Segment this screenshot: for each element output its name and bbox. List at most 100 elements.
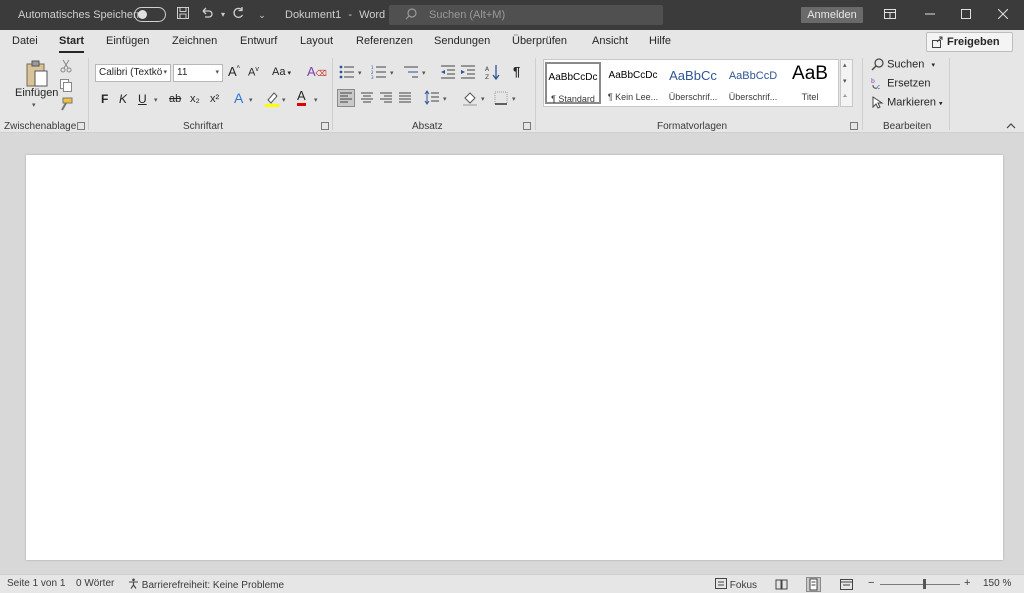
shading-dropdown-icon[interactable]: ▾	[481, 95, 485, 103]
gallery-up-icon[interactable]: ▴	[843, 61, 847, 69]
align-left-icon[interactable]	[337, 89, 355, 107]
underline-dropdown-icon[interactable]: ▾	[154, 96, 158, 104]
tab-insert[interactable]: Einfügen	[106, 35, 149, 47]
borders-dropdown-icon[interactable]: ▾	[512, 95, 516, 103]
read-mode-icon[interactable]	[775, 579, 788, 590]
tab-view[interactable]: Ansicht	[592, 35, 628, 47]
styles-gallery-scroll[interactable]: ▴ ▾ ⩡	[840, 59, 853, 107]
autosave-toggle[interactable]	[134, 7, 166, 22]
page-count[interactable]: Seite 1 von 1	[7, 578, 65, 589]
font-color-dropdown-icon[interactable]: ▾	[314, 96, 318, 104]
line-spacing-icon[interactable]	[424, 90, 440, 106]
tab-help[interactable]: Hilfe	[649, 35, 671, 47]
tab-mailings[interactable]: Sendungen	[434, 35, 490, 47]
font-launcher-icon[interactable]	[321, 122, 329, 130]
ribbon-tab-bar: Datei Start Einfügen Zeichnen Entwurf La…	[0, 30, 1024, 54]
style-heading-1[interactable]: AaBbCc Überschrif...	[665, 62, 721, 104]
search-box[interactable]: Suchen (Alt+M)	[389, 5, 663, 25]
clear-formatting-icon[interactable]: A⌫	[307, 64, 327, 79]
ribbon-display-options-icon[interactable]	[876, 5, 904, 25]
numbering-dropdown-icon[interactable]: ▾	[390, 69, 394, 77]
tab-design[interactable]: Entwurf	[240, 35, 277, 47]
zoom-slider-thumb[interactable]	[923, 579, 926, 589]
maximize-icon[interactable]	[952, 5, 980, 25]
numbering-icon[interactable]: 123	[371, 65, 387, 80]
replace-button[interactable]: bc Ersetzen	[871, 77, 930, 91]
grow-font-icon[interactable]: A^	[228, 64, 240, 79]
focus-button[interactable]: Fokus	[715, 578, 757, 591]
share-button[interactable]: Freigeben	[926, 32, 1013, 52]
shrink-font-icon[interactable]: Av	[248, 66, 259, 79]
text-effects-button[interactable]: A	[234, 90, 243, 106]
bullets-dropdown-icon[interactable]: ▾	[358, 69, 362, 77]
tab-home[interactable]: Start	[59, 35, 85, 53]
zoom-in-button[interactable]: +	[964, 577, 970, 589]
style-no-spacing[interactable]: AaBbCcDc ¶ Kein Lee...	[605, 62, 661, 104]
tab-references[interactable]: Referenzen	[356, 35, 413, 47]
web-layout-icon[interactable]	[840, 579, 853, 590]
font-size-box[interactable]: 11 ▾	[173, 64, 223, 82]
italic-button[interactable]: K	[119, 92, 127, 106]
save-icon[interactable]	[174, 6, 192, 24]
zoom-level[interactable]: 150 %	[983, 578, 1011, 589]
borders-icon[interactable]	[493, 90, 509, 106]
redo-icon[interactable]	[229, 6, 247, 24]
paragraph-group-label: Absatz	[412, 121, 443, 132]
text-effects-dropdown-icon[interactable]: ▾	[249, 96, 253, 104]
format-painter-icon[interactable]	[59, 97, 73, 111]
bold-button[interactable]: F	[101, 92, 108, 106]
pilcrow-icon[interactable]: ¶	[513, 64, 520, 79]
increase-indent-icon[interactable]	[460, 65, 476, 79]
word-count[interactable]: 0 Wörter	[76, 578, 114, 589]
paragraph-launcher-icon[interactable]	[523, 122, 531, 130]
clipboard-launcher-icon[interactable]	[77, 122, 85, 130]
tab-file[interactable]: Datei	[12, 35, 38, 47]
decrease-indent-icon[interactable]	[440, 65, 456, 79]
find-button[interactable]: Suchen ▾	[871, 58, 935, 71]
subscript-button[interactable]: x₂	[190, 93, 200, 105]
paste-icon[interactable]	[24, 59, 50, 89]
multilevel-dropdown-icon[interactable]: ▾	[422, 69, 426, 77]
bullets-icon[interactable]	[339, 65, 355, 79]
highlight-icon[interactable]	[264, 91, 280, 107]
change-case-button[interactable]: Aa ▾	[272, 66, 291, 78]
app-name: Word	[359, 9, 386, 21]
style-standard[interactable]: AaBbCcDc ¶ Standard	[545, 62, 601, 104]
paste-button-label[interactable]: Einfügen	[15, 87, 58, 99]
collapse-ribbon-icon[interactable]	[1006, 121, 1016, 129]
gallery-more-icon[interactable]: ⩡	[843, 93, 847, 101]
print-layout-icon[interactable]	[806, 577, 821, 592]
font-color-button[interactable]: A	[297, 89, 306, 106]
style-heading-2[interactable]: AaBbCcD Überschrif...	[725, 62, 781, 104]
gallery-down-icon[interactable]: ▾	[843, 77, 847, 85]
cut-icon[interactable]	[59, 59, 73, 73]
tab-layout[interactable]: Layout	[300, 35, 333, 47]
align-right-icon[interactable]	[378, 90, 394, 106]
tab-draw[interactable]: Zeichnen	[172, 35, 217, 47]
align-center-icon[interactable]	[359, 90, 375, 106]
styles-launcher-icon[interactable]	[850, 122, 858, 130]
zoom-out-button[interactable]: −	[868, 577, 874, 589]
document-page[interactable]	[26, 155, 1003, 560]
justify-icon[interactable]	[397, 90, 413, 106]
close-icon[interactable]	[989, 5, 1017, 25]
tab-review[interactable]: Überprüfen	[512, 35, 567, 47]
style-title[interactable]: AaB Titel	[782, 62, 838, 104]
accessibility-status[interactable]: Barrierefreiheit: Keine Probleme	[128, 578, 284, 591]
font-name-box[interactable]: Calibri (Textkö ▾	[95, 64, 171, 82]
sort-icon[interactable]: AZ	[485, 64, 501, 81]
highlight-dropdown-icon[interactable]: ▾	[282, 96, 286, 104]
shading-icon[interactable]	[462, 90, 478, 106]
minimize-icon[interactable]	[916, 5, 944, 25]
multilevel-list-icon[interactable]	[403, 65, 419, 79]
superscript-button[interactable]: x²	[210, 93, 219, 105]
copy-icon[interactable]	[59, 78, 73, 92]
zoom-slider-track[interactable]	[880, 584, 960, 585]
signin-button[interactable]: Anmelden	[801, 7, 863, 23]
paste-dropdown-icon[interactable]: ▾	[32, 101, 36, 109]
strikethrough-button[interactable]: ab	[169, 93, 181, 105]
line-spacing-dropdown-icon[interactable]: ▾	[443, 95, 447, 103]
customize-qat-icon[interactable]: ⌄	[253, 6, 271, 24]
underline-button[interactable]: U	[138, 92, 147, 106]
select-button[interactable]: Markieren ▾	[871, 96, 943, 109]
